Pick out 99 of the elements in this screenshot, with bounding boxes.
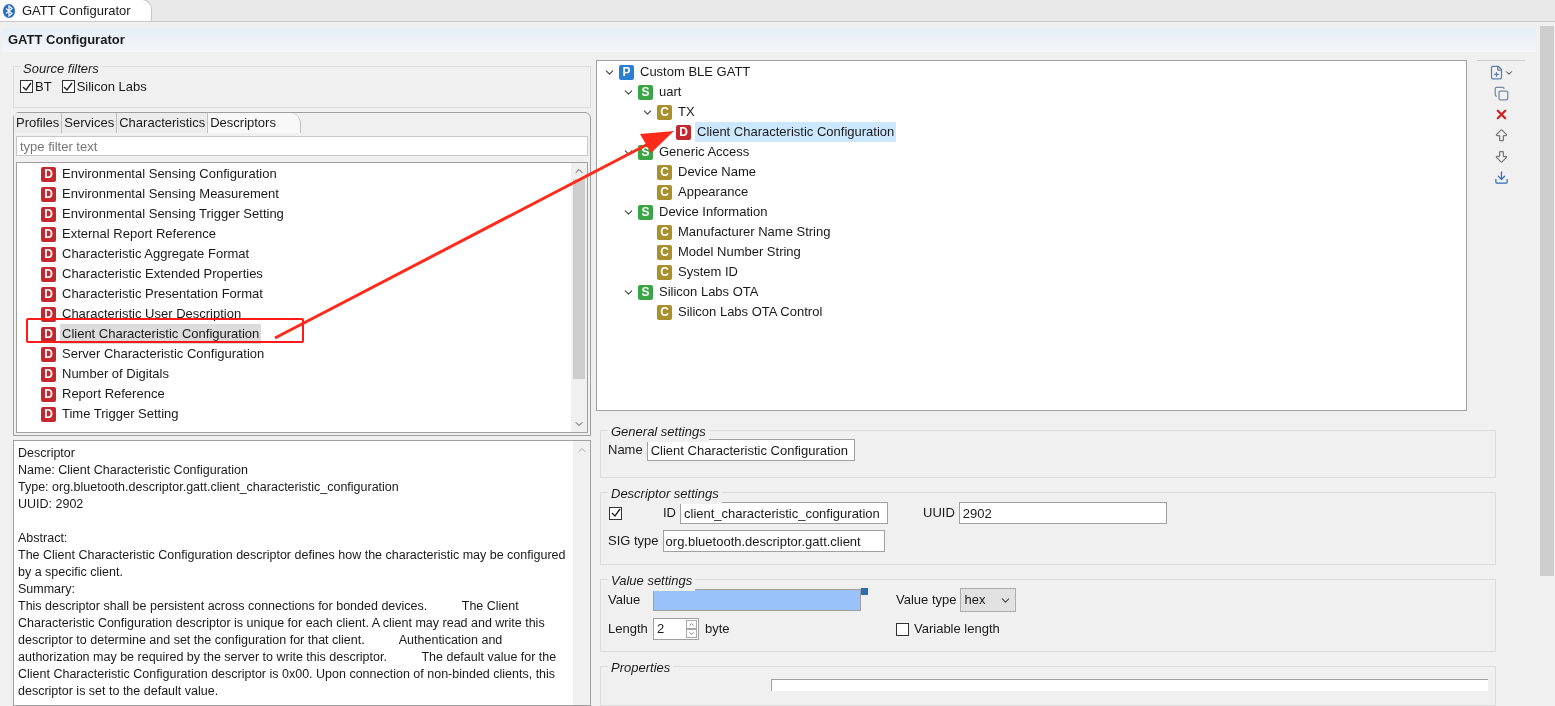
- import-icon[interactable]: [1493, 170, 1509, 185]
- list-item[interactable]: Number of Digitals: [60, 364, 171, 384]
- unit-label: byte: [705, 620, 730, 639]
- list-item[interactable]: Characteristic Presentation Format: [60, 284, 265, 304]
- type-badge-icon: C: [657, 304, 672, 320]
- move-down-icon[interactable]: [1493, 149, 1509, 164]
- move-up-icon[interactable]: [1493, 128, 1509, 143]
- tree-item[interactable]: Silicon Labs OTA: [657, 282, 761, 302]
- checkbox[interactable]: [896, 622, 909, 636]
- tree-item[interactable]: System ID: [676, 262, 740, 282]
- copy-icon[interactable]: [1493, 86, 1509, 101]
- checkbox[interactable]: [609, 506, 622, 520]
- list-item[interactable]: Time Trigger Setting: [60, 404, 181, 424]
- type-badge-icon: D: [41, 406, 56, 422]
- type-badge-icon: D: [41, 206, 56, 222]
- list-item[interactable]: Server Characteristic Configuration: [60, 344, 267, 364]
- type-badge-icon: D: [41, 226, 56, 242]
- type-badge-icon: D: [41, 246, 56, 262]
- scroll-thumb[interactable]: [573, 179, 585, 379]
- library-tab[interactable]: Services: [62, 113, 118, 133]
- type-badge-icon: D: [41, 346, 56, 362]
- list-item[interactable]: Environmental Sensing Measurement: [60, 184, 281, 204]
- list-item[interactable]: Environmental Sensing Trigger Setting: [60, 204, 286, 224]
- library-tab[interactable]: Profiles: [14, 113, 63, 133]
- scroll-thumb[interactable]: [1539, 26, 1554, 576]
- filter-label: Silicon Labs: [76, 78, 147, 96]
- tree-item[interactable]: Device Name: [676, 162, 759, 182]
- description-text: Summary:: [18, 581, 76, 598]
- type-badge-icon: D: [41, 186, 56, 202]
- name-field[interactable]: Client Characteristic Configuration: [646, 439, 855, 461]
- type-badge-icon: D: [41, 326, 56, 342]
- tree-item[interactable]: Manufacturer Name String: [676, 222, 833, 242]
- description-text: Abstract:: [18, 530, 69, 547]
- library-tab[interactable]: Descriptors: [208, 113, 301, 133]
- list-item[interactable]: Environmental Sensing Configuration: [60, 164, 279, 184]
- type-badge-icon: S: [638, 84, 653, 100]
- field-label: Value type: [896, 591, 957, 610]
- checkbox[interactable]: [20, 80, 33, 94]
- id-field[interactable]: client_characteristic_configuration: [680, 502, 888, 524]
- type-badge-icon: D: [41, 166, 56, 182]
- editor-tab[interactable]: GATT Configurator: [0, 0, 152, 21]
- decrement-icon[interactable]: [686, 629, 697, 638]
- tree-item[interactable]: Custom BLE GATT: [638, 62, 753, 82]
- description-text: Descriptor: [18, 445, 76, 462]
- tree-item[interactable]: Silicon Labs OTA Control: [676, 302, 825, 322]
- checkbox-label: Variable length: [914, 620, 1000, 639]
- description-text: This descriptor shall be persistent across connections for bonded devices. The Client Characteristic Configuration descriptor is unique for each client. A client may read and write this descriptor to determine and set the configuration for that client. Authentication and authorization may be required by the server to write this descriptor. The default value for the Client Characteristic Configuration descriptor is 0x00. Upon connection of non-binded clients, this descriptor is set to the default value.: [18, 598, 558, 700]
- field-label: ID: [663, 504, 676, 523]
- type-badge-icon: C: [657, 184, 672, 200]
- field-label: SIG type: [608, 532, 659, 551]
- sig-type-field[interactable]: org.bluetooth.descriptor.gatt.client: [662, 530, 885, 552]
- length-spinner[interactable]: 2: [653, 618, 699, 640]
- checkbox[interactable]: [61, 80, 75, 94]
- list-item[interactable]: External Report Reference: [60, 224, 218, 244]
- value-field[interactable]: [653, 589, 861, 611]
- scrollbar[interactable]: [571, 163, 587, 432]
- type-badge-icon: D: [41, 286, 56, 302]
- type-badge-icon: C: [657, 264, 672, 280]
- new-file-icon: [1488, 65, 1504, 80]
- filter-label: BT: [35, 78, 52, 96]
- bluetooth-icon: [2, 3, 16, 18]
- list-item[interactable]: Characteristic User Description: [60, 304, 244, 324]
- field-label: Name: [608, 441, 643, 460]
- type-badge-icon: D: [41, 266, 56, 282]
- list-item[interactable]: Report Reference: [60, 384, 167, 404]
- page-title: GATT Configurator: [8, 31, 125, 50]
- value-type-select[interactable]: hex: [960, 588, 1017, 612]
- type-badge-icon: D: [41, 366, 56, 382]
- description-text: The Client Characteristic Configuration descriptor defines how the characteristic may be configured by a specific client.: [18, 547, 567, 581]
- tree-item[interactable]: Client Characteristic Configuration: [695, 122, 897, 142]
- tree-item[interactable]: Generic Access: [657, 142, 752, 162]
- library-tab[interactable]: Characteristics: [117, 113, 209, 133]
- type-badge-icon: C: [657, 224, 672, 240]
- type-badge-icon: C: [657, 164, 672, 180]
- tree-item[interactable]: Appearance: [676, 182, 751, 202]
- list-item[interactable]: Client Characteristic Configuration: [60, 324, 262, 344]
- type-badge-icon: D: [676, 124, 691, 140]
- filter-field[interactable]: type filter text: [16, 136, 588, 156]
- description-text: Type: org.bluetooth.descriptor.gatt.client_characteristic_configuration: [18, 479, 400, 496]
- type-badge-icon: D: [41, 386, 56, 402]
- type-badge-icon: C: [657, 244, 672, 260]
- description-text: UUID: 2902: [18, 496, 85, 513]
- type-badge-icon: P: [619, 64, 634, 80]
- tree-item[interactable]: TX: [676, 102, 697, 122]
- uuid-field[interactable]: 2902: [958, 502, 1167, 524]
- field-label: UUID: [923, 504, 955, 523]
- tree-item[interactable]: uart: [657, 82, 684, 102]
- list-item[interactable]: Characteristic Extended Properties: [60, 264, 265, 284]
- type-badge-icon: C: [657, 104, 672, 120]
- add-item-button[interactable]: [1488, 65, 1514, 80]
- field-label: Value: [608, 591, 642, 610]
- list-item[interactable]: Characteristic Aggregate Format: [60, 244, 252, 264]
- type-badge-icon: S: [638, 284, 653, 300]
- increment-icon[interactable]: [686, 620, 697, 629]
- field-label: Length: [608, 620, 649, 639]
- type-badge-icon: S: [638, 204, 653, 220]
- description-text: Name: Client Characteristic Configuration: [18, 462, 249, 479]
- tree-item[interactable]: Device Information: [657, 202, 770, 222]
- tree-item[interactable]: Model Number String: [676, 242, 803, 262]
